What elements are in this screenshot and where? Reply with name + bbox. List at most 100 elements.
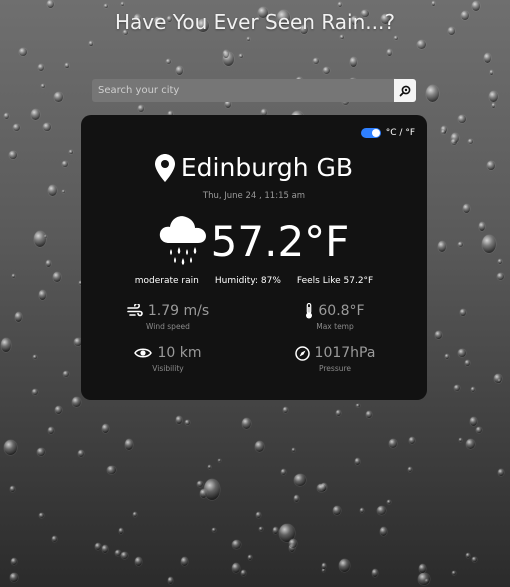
raindrop	[167, 577, 173, 584]
raindrop	[137, 104, 145, 112]
raindrop	[61, 189, 65, 193]
raindrop	[175, 416, 183, 424]
raindrop	[52, 272, 62, 283]
raindrop	[349, 57, 358, 67]
raindrop	[497, 272, 505, 280]
raindrop	[222, 50, 229, 58]
raindrop	[489, 70, 494, 75]
raindrop	[10, 558, 18, 566]
raindrop	[498, 468, 504, 476]
raindrop	[207, 465, 211, 470]
raindrop	[483, 52, 492, 63]
search-bar	[92, 79, 416, 102]
location-row: Edinburgh GB	[81, 153, 427, 182]
raindrop	[181, 557, 189, 566]
max-temp-value: 60.8°F	[318, 303, 365, 319]
raindrop	[89, 41, 93, 46]
raindrop	[465, 438, 476, 450]
raindrop	[337, 1, 342, 7]
raindrop	[294, 473, 307, 487]
map-pin-icon	[154, 153, 175, 182]
raindrop	[46, 260, 52, 267]
raindrop	[48, 185, 58, 197]
raindrop	[114, 549, 122, 557]
raindrop	[103, 4, 108, 9]
wind-speed-value: 1.79 m/s	[147, 303, 210, 319]
raindrop	[293, 494, 300, 502]
raindrop	[336, 410, 342, 417]
raindrop	[255, 441, 265, 452]
raindrop	[37, 447, 46, 457]
raindrop	[231, 562, 240, 574]
raindrop	[134, 556, 142, 566]
raindrop	[51, 536, 58, 542]
search-input[interactable]	[92, 79, 394, 102]
eye-icon	[134, 348, 153, 358]
raindrop	[101, 423, 110, 434]
raindrop	[272, 527, 279, 534]
raindrop	[241, 569, 246, 577]
raindrop	[444, 353, 450, 359]
raindrop	[38, 290, 47, 300]
raindrop	[469, 417, 478, 426]
raindrop	[356, 403, 360, 408]
raindrop	[55, 406, 63, 414]
wind-speed-label: Wind speed	[146, 322, 190, 331]
raindrop	[497, 259, 503, 265]
raindrop	[48, 426, 55, 435]
raindrop	[465, 552, 471, 558]
raindrop	[62, 161, 68, 168]
current-temperature: 57.2°F	[210, 216, 350, 266]
raindrop	[165, 59, 171, 65]
raindrop	[18, 47, 27, 57]
pressure-stat: 1017hPa Pressure	[275, 345, 395, 373]
pressure-label: Pressure	[318, 364, 352, 373]
wind-stat: 1.79 m/s Wind speed	[108, 303, 228, 331]
raindrop	[43, 122, 52, 132]
raindrop	[77, 449, 84, 457]
raindrop	[32, 388, 39, 396]
raindrop	[289, 538, 297, 548]
feels-like-value: Feels Like 57.2°F	[296, 276, 374, 286]
raindrop	[458, 242, 463, 248]
raindrop	[217, 459, 221, 463]
raindrop	[242, 418, 252, 429]
raindrop	[291, 448, 296, 452]
search-button[interactable]	[394, 79, 416, 102]
raindrop	[132, 512, 138, 518]
max-temp-label: Max temp	[316, 322, 354, 331]
raindrop	[33, 231, 47, 248]
raindrop	[69, 150, 73, 155]
raindrop	[376, 505, 387, 515]
wind-icon	[127, 304, 143, 317]
raindrop	[441, 129, 446, 135]
city-name: Edinburgh GB	[180, 153, 354, 182]
raindrop	[38, 512, 44, 518]
unit-toggle[interactable]: °C / °F	[360, 128, 415, 138]
visibility-stat: 10 km Visibility	[108, 345, 228, 373]
raindrop	[425, 84, 440, 102]
raindrop	[282, 407, 288, 414]
raindrop	[489, 91, 498, 103]
raindrop	[321, 563, 327, 570]
raindrop	[340, 34, 345, 40]
search-icon	[399, 85, 411, 96]
raindrop	[4, 440, 18, 455]
raindrop	[470, 387, 475, 393]
date-time: Thu, June 24 , 11:15 am	[202, 191, 306, 201]
raindrop	[492, 103, 496, 108]
raindrop	[366, 410, 372, 418]
raindrop	[458, 114, 467, 124]
raindrop	[487, 160, 495, 170]
raindrop	[360, 507, 365, 513]
raindrop	[33, 354, 38, 359]
raindrop	[107, 465, 116, 475]
raindrop	[14, 312, 22, 322]
raindrop	[459, 438, 463, 443]
unit-toggle-label: °C / °F	[385, 128, 415, 138]
raindrop	[12, 273, 16, 278]
raindrop	[462, 203, 470, 213]
raindrop	[94, 543, 101, 550]
raindrop	[9, 150, 17, 160]
unit-switch[interactable]	[360, 128, 381, 138]
